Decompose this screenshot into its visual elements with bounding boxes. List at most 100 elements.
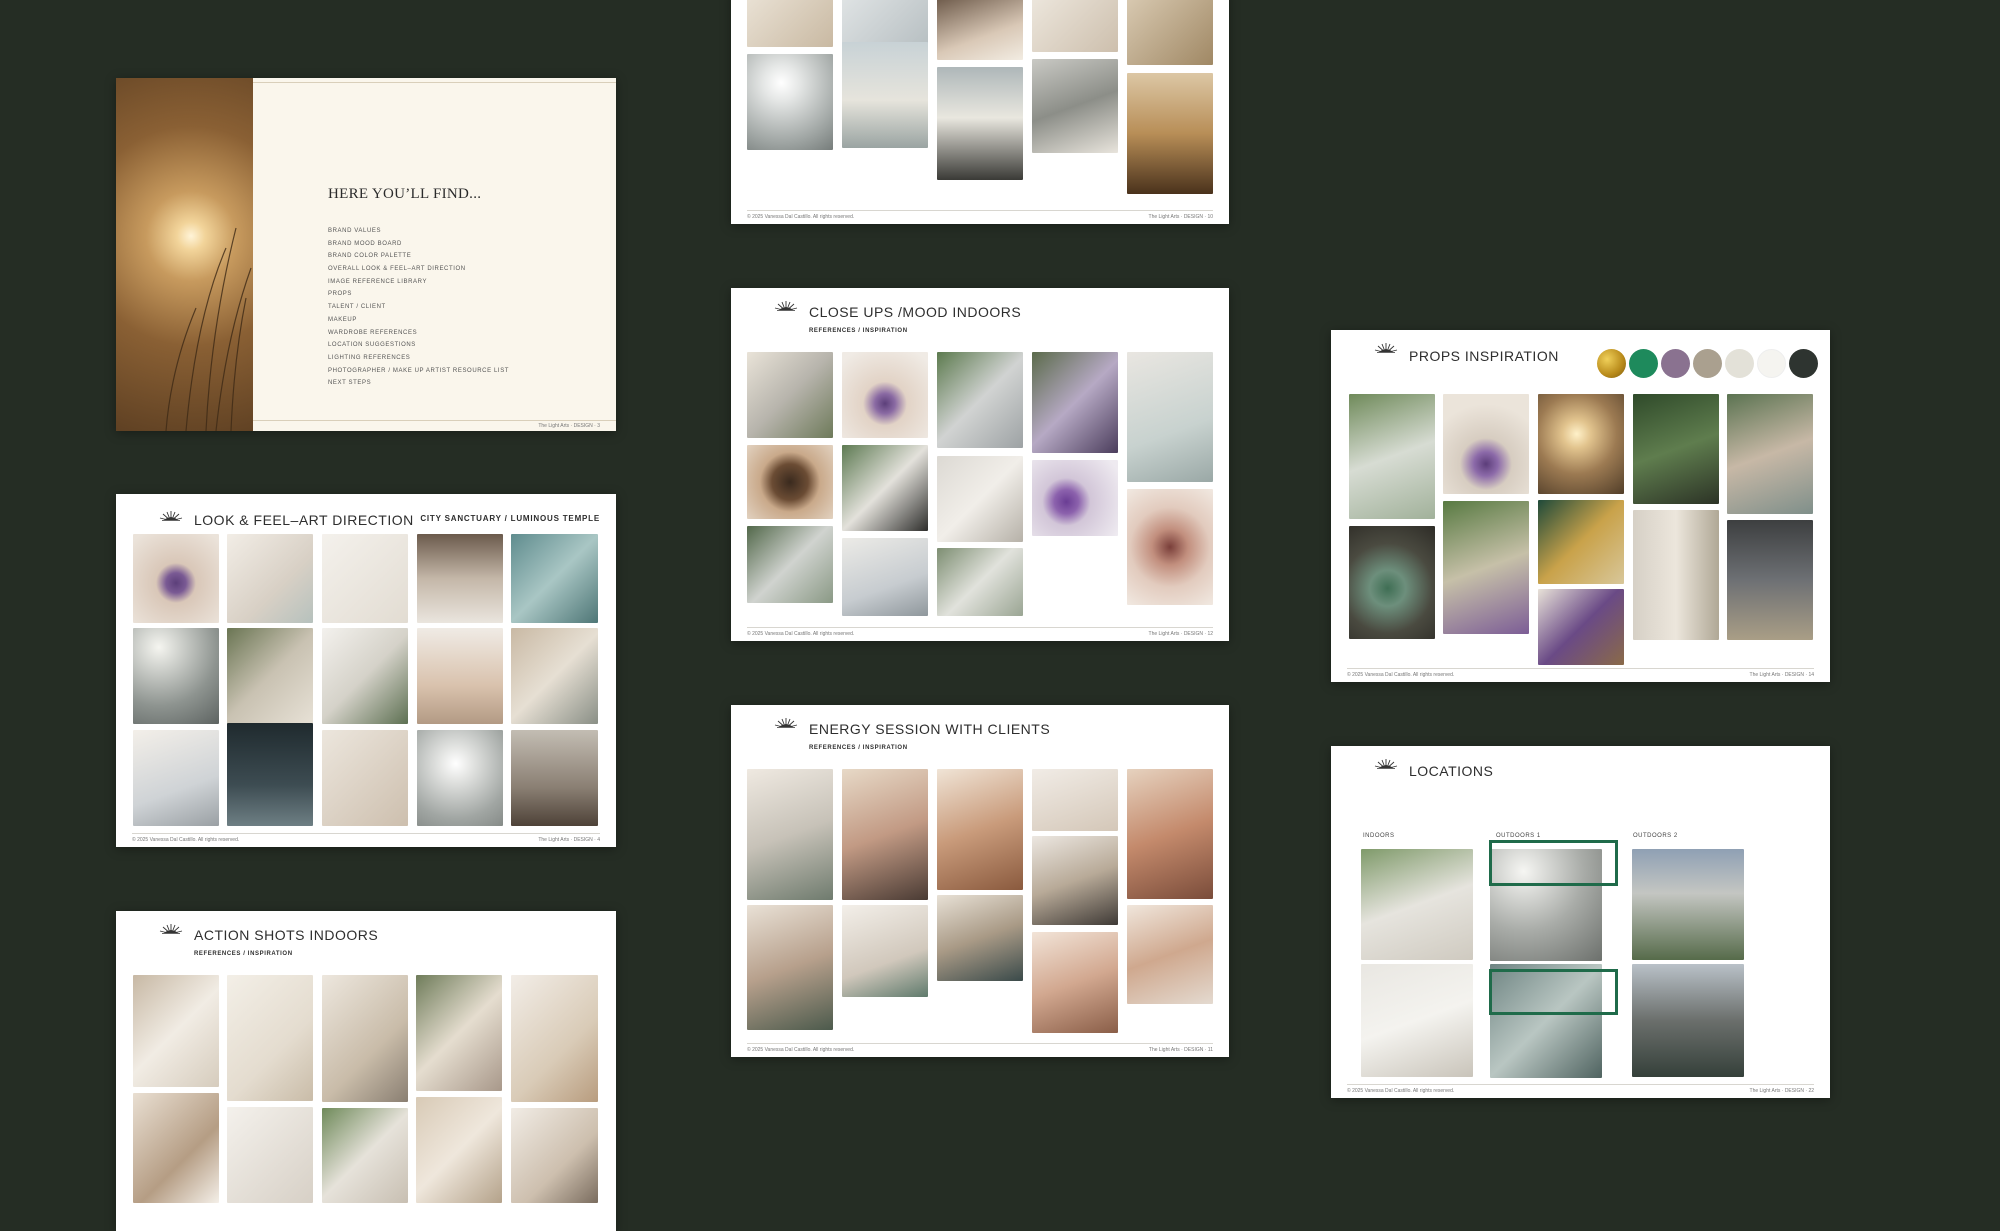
logo-icon [773,715,799,737]
photo-tile [227,534,313,623]
toc-list: BRAND VALUES BRAND MOOD BOARD BRAND COLO… [328,225,509,390]
photo-tile [842,42,928,148]
toc-item[interactable]: TALENT / CLIENT [328,301,509,314]
photo-tile [842,0,928,47]
toc-item[interactable]: NEXT STEPS [328,377,509,390]
photo-green-bowl [1349,526,1435,639]
toc-item[interactable]: PHOTOGRAPHER / MAKE UP ARTIST RESOURCE L… [328,365,509,378]
photo-hands-amethyst [842,352,928,438]
slide-subtitle: REFERENCES / INSPIRATION [809,328,908,334]
photo-tile [1127,73,1213,194]
slide-title: ENERGY SESSION WITH CLIENTS [809,721,1051,737]
photo-tile [133,628,219,724]
toc-title: HERE YOU’LL FIND... [328,186,482,202]
slide-subtitle: REFERENCES / INSPIRATION [194,951,293,957]
slide-toc[interactable]: HERE YOU’LL FIND... BRAND VALUES BRAND M… [116,78,616,431]
toc-item[interactable]: BRAND COLOR PALETTE [328,250,509,263]
highlight-frame [1489,969,1618,1015]
page-number: The Light Arts · DESIGN · 3 [538,423,600,429]
photo-vases [1727,520,1813,640]
photo-indoor-room [1361,964,1473,1077]
photo-tile [937,67,1023,180]
photo-laptop [937,352,1023,448]
toc-item[interactable]: BRAND VALUES [328,225,509,238]
slide-energy-session[interactable]: ENERGY SESSION WITH CLIENTS REFERENCES /… [731,705,1229,1057]
copyright-text: © 2025 Vanessa Dal Castillo. All rights … [747,1047,855,1053]
palette-swatch-stone [1725,349,1754,378]
logo-icon [158,921,184,943]
palette-swatch-taupe [1693,349,1722,378]
slide-close-ups[interactable]: CLOSE UPS /MOOD INDOORS REFERENCES / INS… [731,288,1229,641]
photo-amethyst [1443,394,1529,494]
photo-crystals-plants [747,526,833,603]
photo-tile [747,54,833,150]
copyright-text: © 2025 Vanessa Dal Castillo. All rights … [1347,672,1455,678]
photo-water [511,534,598,623]
photo-pillows [1538,500,1624,584]
top-rule [253,82,616,83]
logo-icon [1373,756,1399,778]
toc-item[interactable]: MAKEUP [328,314,509,327]
photo-yoga [227,1107,313,1203]
page-number: The Light Arts · DESIGN · 10 [1148,214,1213,220]
photo-yoga [322,975,408,1102]
copyright-text: © 2025 Vanessa Dal Castillo. All rights … [747,214,855,220]
photo-yoga [133,1093,219,1203]
slide-title: PROPS INSPIRATION [1409,348,1559,364]
photo-glass-plant [937,548,1023,616]
photo-yoga [416,975,502,1091]
palette-swatch-green [1629,349,1658,378]
photo-meditation [227,628,313,724]
photo-tile [322,534,408,623]
photo-plants-crystals [1349,394,1435,519]
photo-session [1032,836,1118,925]
slide-footer: © 2025 Vanessa Dal Castillo. All rights … [747,627,1213,637]
grass-silhouette [165,227,252,431]
photo-session [747,905,833,1030]
copyright-text: © 2025 Vanessa Dal Castillo. All rights … [1347,1088,1455,1094]
photo-yoga [511,975,598,1102]
slide-title: LOOK & FEEL–ART DIRECTION [194,512,414,528]
photo-writing [1127,352,1213,482]
slide-locations[interactable]: LOCATIONS INDOORS OUTDOORS 1 OUTDOORS 2 … [1331,746,1830,1098]
photo-session [937,769,1023,890]
photo-session [937,895,1023,981]
location-label-outdoors-1: OUTDOORS 1 [1496,833,1541,839]
photo-hands-stone [1127,489,1213,605]
photo-amethyst-geode [1538,589,1624,665]
photo-city-park [1632,849,1744,960]
toc-item[interactable]: BRAND MOOD BOARD [328,238,509,251]
palette-swatch-mauve [1661,349,1690,378]
toc-item[interactable]: IMAGE REFERENCE LIBRARY [328,276,509,289]
photo-tile [322,730,408,826]
photo-indoor-space [1361,849,1473,960]
toc-item[interactable]: PROPS [328,288,509,301]
slide-title: ACTION SHOTS INDOORS [194,927,379,943]
slide-props[interactable]: PROPS INSPIRATION © 2025 Vanessa Dal Cas… [1331,330,1830,682]
slide-action-shots[interactable]: ACTION SHOTS INDOORS REFERENCES / INSPIR… [116,911,616,1231]
photo-tile [1032,59,1118,153]
photo-session [842,769,928,900]
photo-tile [937,0,1023,60]
photo-yoga [227,975,313,1101]
toc-item[interactable]: WARDROBE REFERENCES [328,327,509,340]
toc-item[interactable]: OVERALL LOOK & FEEL–ART DIRECTION [328,263,509,276]
photo-session [747,769,833,900]
slide-footer: © 2025 Vanessa Dal Castillo. All rights … [747,1043,1213,1053]
photo-laptop [133,730,219,826]
location-label-indoors: INDOORS [1363,833,1395,839]
slide-look-feel[interactable]: LOOK & FEEL–ART DIRECTION CITY SANCTUARY… [116,494,616,847]
photo-tea [747,445,833,519]
photo-tile [511,628,598,724]
location-label-outdoors-2: OUTDOORS 2 [1633,833,1678,839]
photo-hand-stones [1727,394,1813,514]
photo-candle [1538,394,1624,494]
slide-footer: © 2025 Vanessa Dal Castillo. All rights … [1347,668,1814,678]
photo-session [1032,932,1118,1033]
photo-palm-plant [1633,394,1719,504]
toc-item[interactable]: LOCATION SUGGESTIONS [328,339,509,352]
toc-item[interactable]: LIGHTING REFERENCES [328,352,509,365]
page-number: The Light Arts · DESIGN · 14 [1749,672,1814,678]
slide-photo-grid-top[interactable]: © 2025 Vanessa Dal Castillo. All rights … [731,0,1229,224]
copyright-text: © 2025 Vanessa Dal Castillo. All rights … [747,631,855,637]
